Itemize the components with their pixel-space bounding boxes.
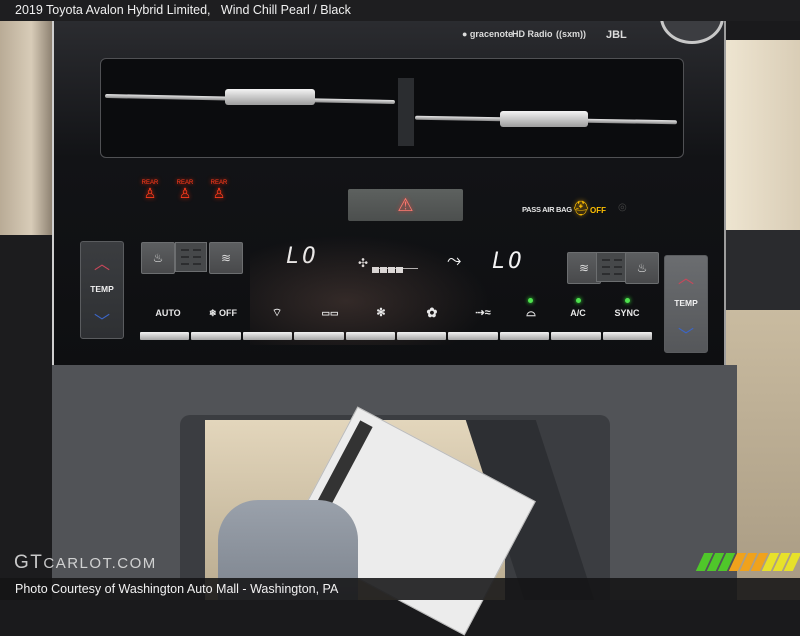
vent-divider [398,78,414,146]
front-defrost-button[interactable]: ⌔ [252,306,302,320]
passenger-temp-display: LO [492,249,525,274]
photo-credit: Photo Courtesy of Washington Auto Mall -… [15,582,339,596]
passenger-seat-heat-button[interactable]: ♨ [625,252,659,284]
key-auto[interactable] [140,332,190,340]
hazard-button[interactable]: ⚠ [348,189,463,221]
fan-level-bar [396,267,403,273]
ac-led [576,298,581,303]
air-vent [100,58,684,158]
temp-down-icon[interactable]: ﹀ [665,322,707,346]
seat-heat-icon: ♨ [152,251,164,265]
passenger-airbag-label: PASS AIR BAG [522,205,572,214]
airbag-off-icon: ⛑ [572,200,590,216]
temp-down-icon[interactable]: ﹀ [81,308,123,332]
seat-vent-icon: ≋ [578,261,590,275]
recirculation-led [528,298,533,303]
right-dash-panel [722,230,800,310]
right-dash-trim [722,40,800,240]
climate-key-strip [140,332,653,340]
left-shadow [0,235,52,600]
fan-level-bar [388,267,395,273]
fan-icon: ✣ [358,256,369,270]
hazard-triangle-icon: ⚠ [397,194,414,215]
key-fan-down[interactable] [345,332,396,340]
watermark-brand-a: GT [14,552,44,573]
temp-up-icon[interactable]: ︿ [81,250,123,274]
airbag-status: OFF [590,206,606,215]
temp-up-icon[interactable]: ︿ [665,264,707,288]
driver-seat-level-indicator [175,242,207,272]
air-mode-button[interactable]: ⇢≈ [458,306,508,319]
ac-off-button[interactable]: ❄ OFF [198,308,248,319]
key-fan-up[interactable] [397,332,447,340]
vehicle-title: 2019 Toyota Avalon Hybrid Limited, [15,3,211,17]
passenger-seat-level-indicator [596,252,628,282]
fan-level-bar [380,267,387,273]
key-front-defrost[interactable] [242,332,293,340]
sync-led [625,298,630,303]
brand-stripes-logo [695,553,800,571]
hd-radio-logo: HD Radio [512,29,553,39]
seatbelt-icon: ♙ [143,185,157,201]
gtcarlot-watermark: GTCARLOT.COM [14,552,157,574]
key-ac-off[interactable] [191,332,241,340]
driver-temp-rocker[interactable]: ︿ TEMP ﹀ [80,241,124,339]
photo-caption: 2019 Toyota Avalon Hybrid Limited, Wind … [15,3,351,17]
airflow-mode-icon: ⤳ [447,250,462,270]
temp-label: TEMP [90,284,114,294]
key-recirculation[interactable] [499,332,550,340]
sxm-logo: ((sxm)) [556,29,587,39]
vehicle-color: Wind Chill Pearl / Black [220,3,351,17]
fan-down-button[interactable]: ✻ [356,306,406,319]
key-ac[interactable] [551,332,601,340]
gracenote-logo: ● gracenote [462,29,513,39]
vent-adjust-tab-left[interactable] [225,89,315,105]
driver-temp-display: LO [286,244,319,269]
rear-seatbelt-indicator-right: REAR ♙ [208,180,230,200]
sync-button[interactable]: SYNC [602,308,652,318]
fan-level-bar [372,267,379,273]
seat-heater-indicator-icon: ◎ [618,202,627,213]
key-rear-defrost[interactable] [294,332,344,340]
fan-up-button[interactable]: ✿ [407,305,457,321]
temp-label: TEMP [674,298,698,308]
key-sync[interactable] [602,332,653,340]
recirculation-button[interactable]: ⌓ [506,305,556,320]
seat-heat-icon: ♨ [636,261,648,275]
key-air-mode[interactable] [448,332,498,340]
vent-adjust-tab-right[interactable] [500,111,588,127]
auto-button[interactable]: AUTO [143,308,193,318]
seat-vent-icon: ≋ [220,251,232,265]
rear-seatbelt-indicator-center: REAR ♙ [174,180,196,200]
rear-seatbelt-indicator-left: REAR ♙ [139,180,161,200]
seatbelt-icon: ♙ [178,185,192,201]
rear-defrost-button[interactable]: ▭▭ [305,308,355,319]
driver-seat-heat-button[interactable]: ♨ [141,242,175,274]
ac-button[interactable]: A/C [553,308,603,318]
driver-seat-vent-button[interactable]: ≋ [209,242,243,274]
passenger-temp-rocker[interactable]: ︿ TEMP ﹀ [664,255,708,353]
jbl-logo: JBL [606,29,627,41]
watermark-brand-b: CARLOT.COM [43,555,157,572]
seatbelt-icon: ♙ [212,185,226,201]
fan-speed-bars [372,260,418,273]
